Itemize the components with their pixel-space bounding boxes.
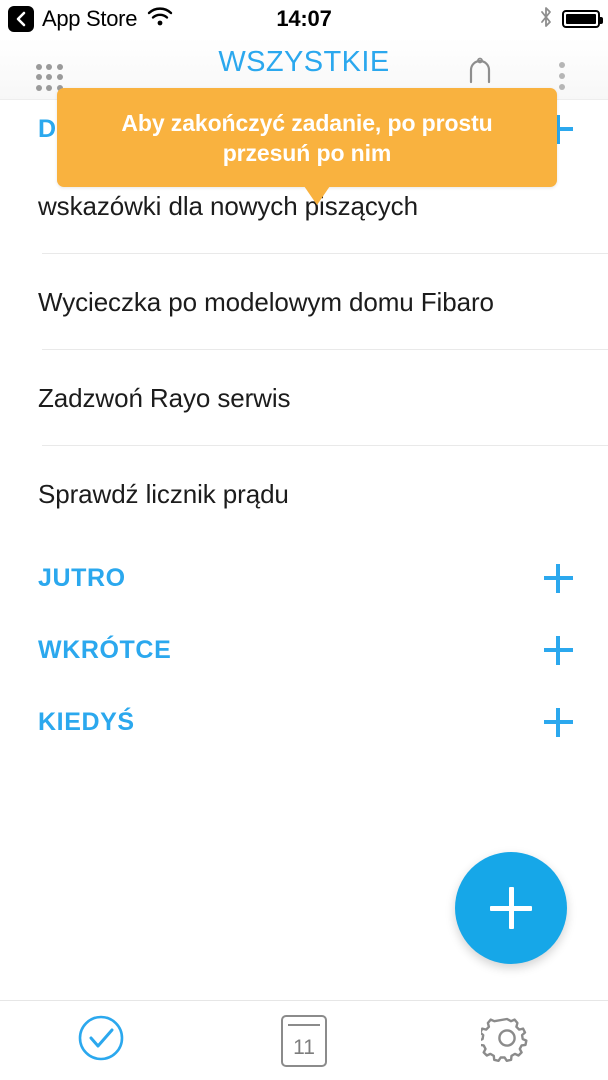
- bluetooth-icon: [539, 6, 553, 33]
- tab-settings[interactable]: [405, 1001, 608, 1080]
- status-bar: App Store 14:07: [0, 0, 608, 38]
- task-title: wskazówki dla nowych piszących: [38, 190, 418, 221]
- status-bar-left: App Store: [0, 6, 173, 32]
- section-header-wkrotce[interactable]: WKRÓTCE: [0, 614, 608, 686]
- task-title: Zadzwoń Rayo serwis: [38, 382, 291, 413]
- back-to-app-store-button[interactable]: [8, 6, 34, 32]
- app-screen: App Store 14:07 WSZYSTKIE wskazówki dla …: [0, 0, 608, 1080]
- onboarding-tooltip[interactable]: Aby zakończyć zadanie, po prostu przesuń…: [57, 88, 557, 187]
- task-row[interactable]: Sprawdź licznik prądu: [0, 446, 608, 542]
- add-task-fab[interactable]: [455, 852, 567, 964]
- task-title: Wycieczka po modelowym domu Fibaro: [38, 286, 494, 317]
- calendar-day-number: 11: [293, 1035, 315, 1059]
- calendar-icon: 11: [281, 1014, 327, 1067]
- status-bar-app-name: App Store: [42, 6, 138, 31]
- tab-calendar[interactable]: 11: [203, 1001, 406, 1080]
- task-row[interactable]: Wycieczka po modelowym domu Fibaro: [0, 254, 608, 350]
- add-task-button-jutro[interactable]: [538, 558, 578, 598]
- section-header-jutro[interactable]: JUTRO: [0, 542, 608, 614]
- section-title: WKRÓTCE: [38, 635, 172, 664]
- tooltip-pointer: [304, 186, 330, 205]
- add-task-button-kiedys[interactable]: [538, 702, 578, 742]
- bottom-tab-bar: 11: [0, 1000, 608, 1080]
- status-bar-right: [539, 0, 603, 38]
- section-header-kiedys[interactable]: KIEDYŚ: [0, 686, 608, 758]
- tooltip-text: Aby zakończyć zadanie, po prostu przesuń…: [121, 109, 493, 166]
- grid-menu-icon[interactable]: [36, 64, 63, 91]
- section-title: KIEDYŚ: [38, 707, 135, 736]
- task-title: Sprawdź licznik prądu: [38, 478, 289, 509]
- section-title: JUTRO: [38, 563, 126, 592]
- add-task-button-wkrotce[interactable]: [538, 630, 578, 670]
- page-title: WSZYSTKIE: [218, 46, 390, 78]
- task-row[interactable]: Zadzwoń Rayo serwis: [0, 350, 608, 446]
- more-vertical-icon[interactable]: [559, 62, 566, 92]
- gear-icon: [477, 1012, 533, 1069]
- tab-tasks[interactable]: [0, 1001, 203, 1080]
- check-circle-icon: [77, 1014, 125, 1067]
- status-bar-clock: 14:07: [276, 6, 332, 31]
- chevron-left-icon: [15, 11, 27, 27]
- wifi-icon: [147, 7, 173, 31]
- battery-full-icon: [562, 10, 603, 28]
